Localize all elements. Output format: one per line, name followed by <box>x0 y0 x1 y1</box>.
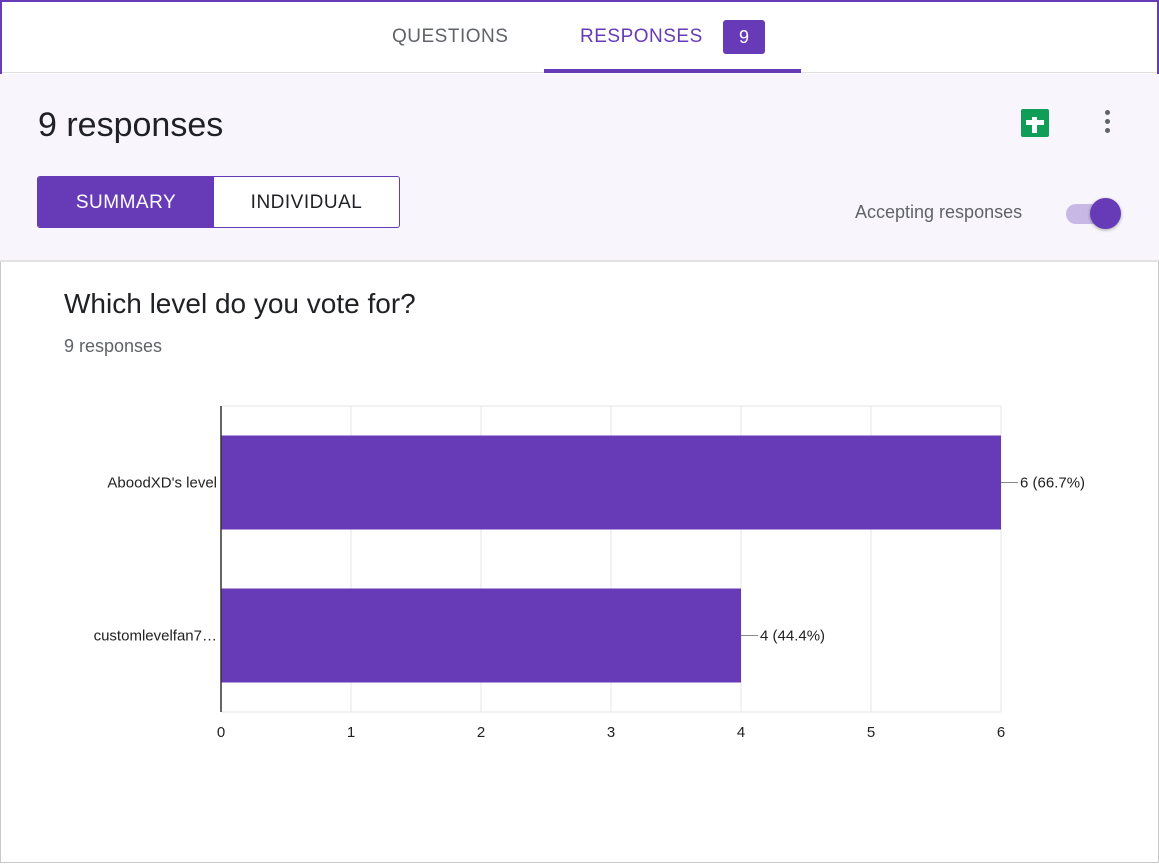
more-dot <box>1105 110 1110 115</box>
more-vert-icon[interactable] <box>1100 108 1114 136</box>
view-toggle: SUMMARY INDIVIDUAL <box>37 176 400 228</box>
individual-button[interactable]: INDIVIDUAL <box>214 177 399 227</box>
bar-chart: 0 1 2 3 4 5 6 AboodXD's level 6 (66.7%) customlev… <box>0 390 1159 770</box>
data-label: 6 (66.7%) <box>1020 475 1085 492</box>
y-category-label: AboodXD's level <box>107 475 217 492</box>
bar-chart-svg: 0 1 2 3 4 5 6 AboodXD's level 6 (66.7%) customlev… <box>94 405 1085 741</box>
x-tick-label: 4 <box>737 724 745 741</box>
responses-count-badge: 9 <box>723 20 765 54</box>
x-tick-label: 6 <box>997 724 1005 741</box>
responses-title: 9 responses <box>38 106 224 144</box>
data-label: 4 (44.4%) <box>760 628 825 645</box>
bar <box>221 588 741 683</box>
accepting-responses-label: Accepting responses <box>855 202 1023 222</box>
x-tick-label: 3 <box>607 724 615 741</box>
y-category-label: customlevelfan7… <box>94 628 217 645</box>
question-title: Which level do you vote for? <box>64 288 416 319</box>
tab-questions[interactable]: QUESTIONS <box>392 0 508 72</box>
sheets-icon[interactable] <box>1021 109 1049 137</box>
x-tick-label: 5 <box>867 724 875 741</box>
tab-responses[interactable]: RESPONSES <box>580 0 703 72</box>
bar <box>221 435 1001 530</box>
summary-header: 9 responses SUMMARY INDIVIDUAL Accepting… <box>0 74 1159 262</box>
x-tick-label: 0 <box>217 724 225 741</box>
accent-left-border <box>0 0 2 74</box>
tab-bar: QUESTIONS RESPONSES 9 <box>0 0 1159 73</box>
more-dot <box>1105 119 1110 124</box>
summary-button[interactable]: SUMMARY <box>38 177 214 227</box>
question-response-count: 9 responses <box>64 336 163 356</box>
x-tick-label: 2 <box>477 724 485 741</box>
more-dot <box>1105 128 1110 133</box>
active-tab-indicator <box>544 69 801 73</box>
accepting-toggle-knob[interactable] <box>1090 198 1121 229</box>
accent-top-border <box>0 0 1159 2</box>
x-tick-label: 1 <box>347 724 355 741</box>
